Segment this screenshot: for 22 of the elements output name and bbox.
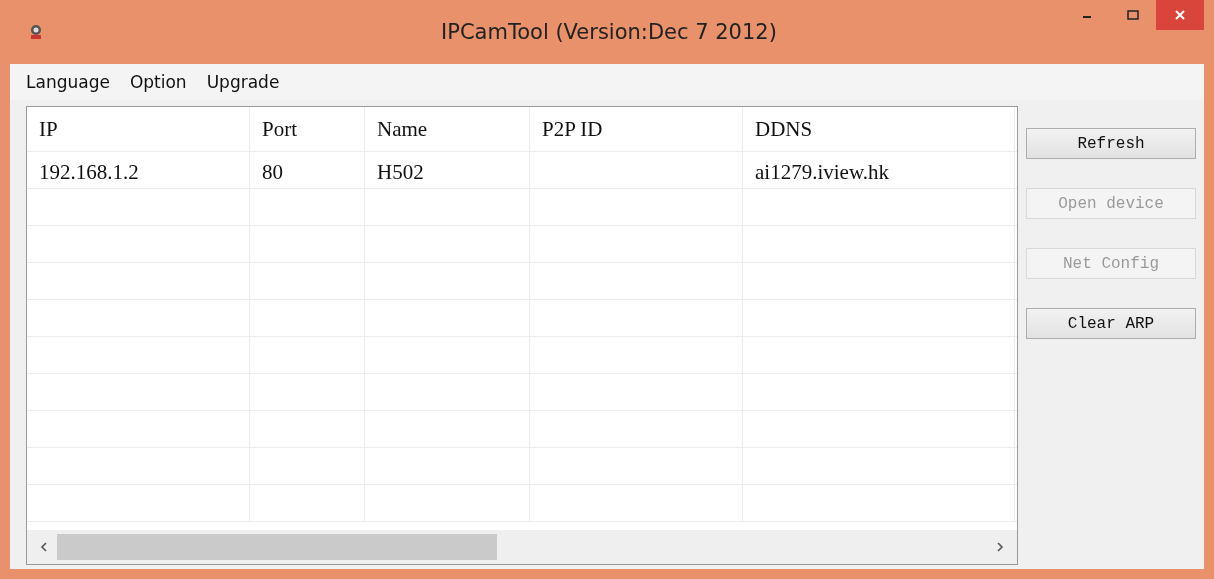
table-cell: 80: [250, 152, 365, 188]
close-icon: [1175, 10, 1185, 20]
menu-item[interactable]: Upgrade: [206, 72, 280, 92]
action-button[interactable]: Clear ARP: [1026, 308, 1196, 339]
menu-item[interactable]: Option: [129, 72, 187, 92]
column-header[interactable]: IP: [27, 107, 250, 151]
window-title: IPCamTool (Version:Dec 7 2012): [440, 20, 778, 44]
action-button[interactable]: Refresh: [1026, 128, 1196, 159]
table-cell: 192.168.1.2: [27, 152, 250, 188]
table-cell: H502: [365, 152, 530, 188]
horizontal-scrollbar[interactable]: [27, 530, 1017, 564]
scroll-left-icon[interactable]: [39, 541, 49, 553]
camera-icon: [28, 24, 44, 40]
menu-item[interactable]: Language: [26, 72, 110, 92]
column-header[interactable]: P2P ID: [530, 107, 743, 151]
scroll-right-icon[interactable]: [995, 541, 1005, 553]
table-cell: ai1279.iview.hk: [743, 152, 1015, 188]
close-button[interactable]: [1156, 0, 1204, 30]
maximize-icon: [1127, 10, 1139, 20]
column-header[interactable]: Port: [250, 107, 365, 151]
column-header[interactable]: Name: [365, 107, 530, 151]
column-header[interactable]: DDNS: [743, 107, 1015, 151]
